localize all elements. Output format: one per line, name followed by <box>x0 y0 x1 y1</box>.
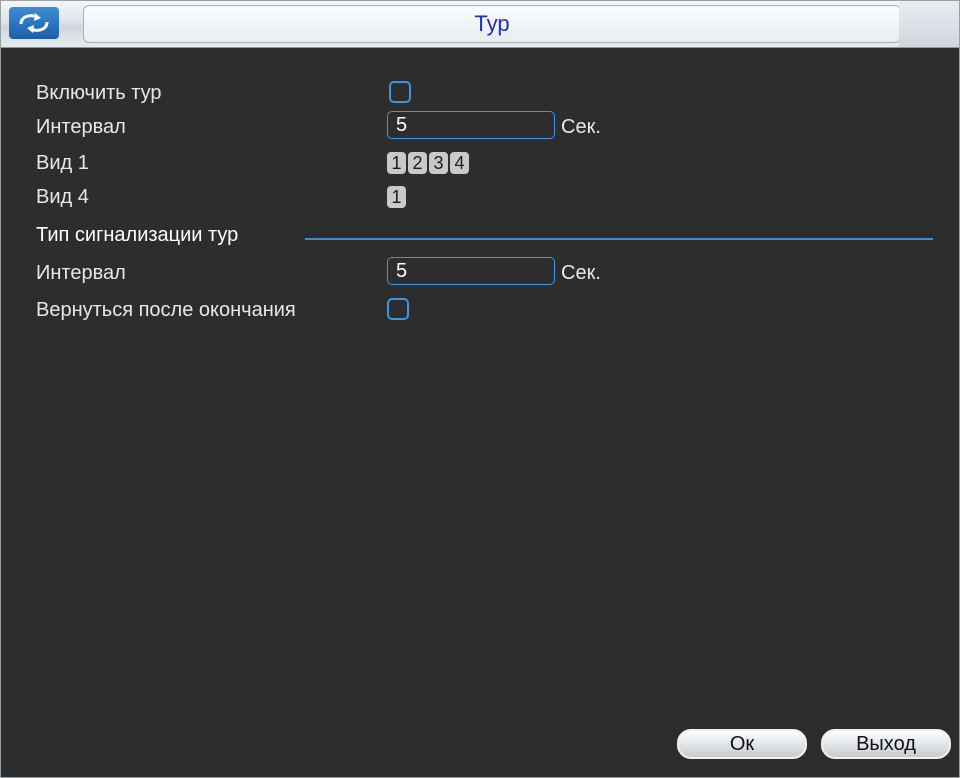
return-after-end-checkbox[interactable] <box>387 298 409 320</box>
view4-channels: 1 <box>387 186 406 208</box>
alarm-interval-unit: Сек. <box>561 262 601 284</box>
interval-label: Интервал <box>36 116 126 138</box>
interval-unit: Сек. <box>561 116 601 138</box>
return-after-end-label: Вернуться после окончания <box>36 299 296 321</box>
alarm-tour-section-title: Тип сигнализации тур <box>36 224 239 246</box>
view4-channel-1[interactable]: 1 <box>387 186 406 208</box>
ok-button[interactable]: Ок <box>677 729 807 759</box>
exit-button[interactable]: Выход <box>821 729 951 759</box>
view1-channel-4[interactable]: 4 <box>450 152 469 174</box>
view1-channel-2[interactable]: 2 <box>408 152 427 174</box>
title-bar: Тур <box>1 1 959 48</box>
view4-label: Вид 4 <box>36 186 89 208</box>
view1-channel-3[interactable]: 3 <box>429 152 448 174</box>
window-title: Тур <box>83 5 901 43</box>
section-divider <box>305 238 933 240</box>
view1-channel-1[interactable]: 1 <box>387 152 406 174</box>
enable-tour-checkbox[interactable] <box>389 81 411 103</box>
alarm-interval-label: Интервал <box>36 262 126 284</box>
tour-settings-window: Тур Включить тур Интервал Сек. Вид 1 1 2… <box>0 0 960 778</box>
view1-label: Вид 1 <box>36 152 89 174</box>
enable-tour-label: Включить тур <box>36 82 162 104</box>
title-bar-end <box>899 1 959 47</box>
refresh-arrows-icon <box>9 7 59 39</box>
interval-input[interactable] <box>387 111 555 139</box>
alarm-interval-input[interactable] <box>387 257 555 285</box>
view1-channels: 1 2 3 4 <box>387 152 469 174</box>
